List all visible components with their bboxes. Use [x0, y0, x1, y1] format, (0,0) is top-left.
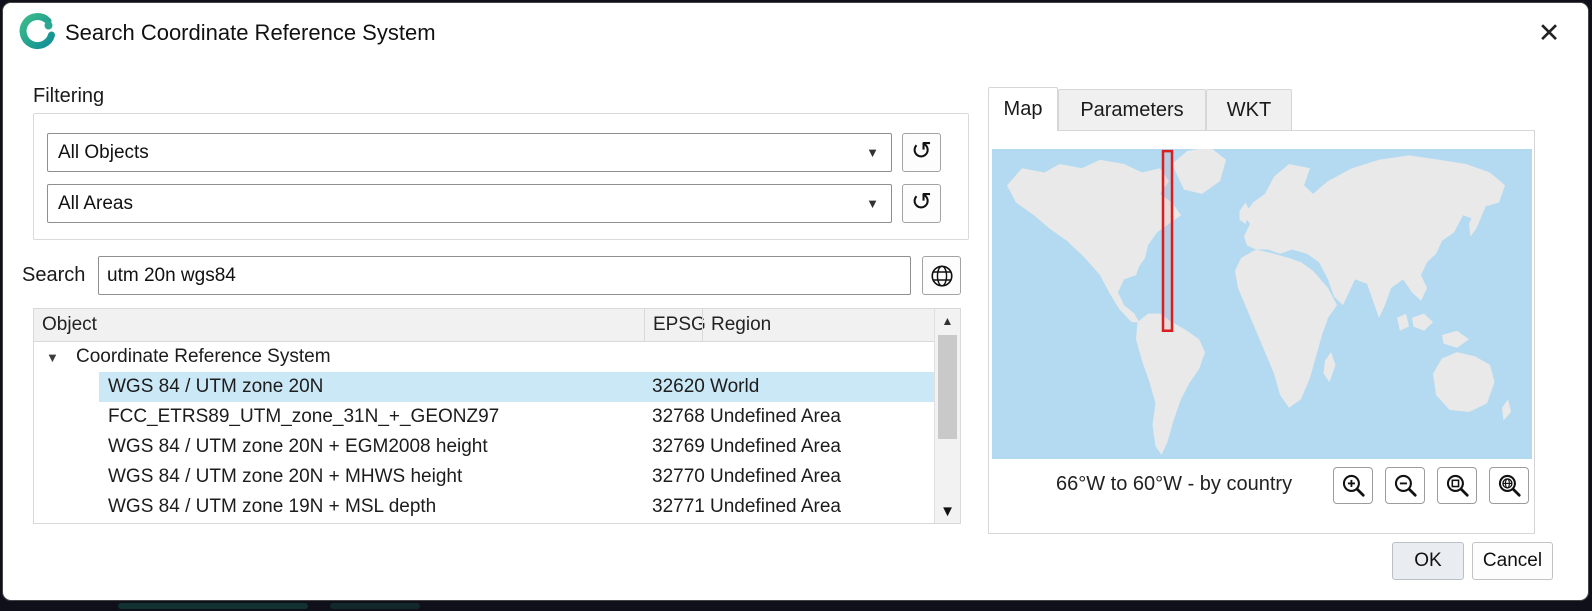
title-bar: Search Coordinate Reference System ✕	[3, 3, 1588, 63]
scrollbar-thumb[interactable]	[938, 335, 957, 439]
reset-icon: ↺	[911, 139, 932, 164]
tree-expander-icon[interactable]: ▼	[46, 350, 62, 365]
table-row[interactable]: FCC_ETRS89_UTM_zone_31N_+_GEONZ97 32768 …	[34, 402, 934, 432]
cell-region: Undefined Area	[702, 466, 934, 488]
zoom-to-extent-icon	[1444, 472, 1471, 499]
reset-object-filter-button[interactable]: ↺	[902, 133, 941, 172]
tab-parameters[interactable]: Parameters	[1058, 89, 1206, 131]
tree-group-label: Coordinate Reference System	[76, 346, 331, 368]
background-smudge	[330, 603, 420, 609]
column-header-epsg[interactable]: EPSG	[644, 309, 702, 341]
ok-button[interactable]: OK	[1392, 542, 1464, 580]
cell-epsg: 32771	[644, 496, 702, 518]
cell-epsg: 32769	[644, 436, 702, 458]
zoom-in-button[interactable]	[1333, 467, 1373, 504]
cell-region: World	[702, 376, 934, 398]
zoom-in-icon	[1340, 472, 1367, 499]
table-header: Object EPSG Region	[34, 309, 934, 342]
cell-epsg: 32768	[644, 406, 702, 428]
reset-icon: ↺	[911, 190, 932, 215]
search-input[interactable]	[98, 256, 911, 295]
table-row[interactable]: WGS 84 / UTM zone 20N 32620 World	[34, 372, 934, 402]
close-icon[interactable]: ✕	[1524, 9, 1574, 57]
object-filter-value: All Objects	[58, 142, 149, 164]
area-value: 66°W to 60°W - by country	[1056, 473, 1292, 496]
cell-object: WGS 84 / UTM zone 20N	[99, 376, 644, 398]
area-filter-value: All Areas	[58, 193, 133, 215]
table-row[interactable]: WGS 84 / UTM zone 20N + MHWS height 3277…	[34, 462, 934, 492]
cancel-button[interactable]: Cancel	[1472, 542, 1553, 580]
world-map[interactable]	[992, 149, 1532, 459]
table-body: ▼ Coordinate Reference System WGS 84 / U…	[34, 342, 934, 523]
zoom-to-extent-button[interactable]	[1437, 467, 1477, 504]
cell-object: WGS 84 / UTM zone 20N + EGM2008 height	[99, 436, 644, 458]
globe-filter-button[interactable]	[922, 256, 961, 295]
zoom-out-icon	[1392, 472, 1419, 499]
table-row[interactable]: WGS 84 / UTM zone 19N + MSL depth 32771 …	[34, 492, 934, 522]
table-row[interactable]: WGS 84 / UTM zone 20N + EGM2008 height 3…	[34, 432, 934, 462]
crs-search-icon	[17, 12, 59, 54]
map-extent-rect	[1163, 151, 1172, 331]
zoom-to-world-button[interactable]	[1489, 467, 1529, 504]
object-filter-dropdown[interactable]: All Objects ▼	[47, 133, 892, 172]
tab-wkt[interactable]: WKT	[1206, 89, 1292, 131]
filtering-section-label: Filtering	[33, 85, 104, 108]
tree-group-row[interactable]: ▼ Coordinate Reference System	[34, 342, 934, 372]
cell-region: Undefined Area	[702, 436, 934, 458]
cell-object: FCC_ETRS89_UTM_zone_31N_+_GEONZ97	[99, 406, 644, 428]
chevron-down-icon: ▼	[866, 145, 879, 160]
cell-object: WGS 84 / UTM zone 20N + MHWS height	[99, 466, 644, 488]
globe-icon	[929, 263, 955, 289]
results-table: Object EPSG Region ▼ Coordinate Referenc…	[33, 308, 961, 524]
search-label: Search	[22, 256, 85, 295]
search-crs-dialog: Search Coordinate Reference System ✕ Fil…	[2, 2, 1589, 601]
area-filter-dropdown[interactable]: All Areas ▼	[47, 184, 892, 223]
window-title: Search Coordinate Reference System	[65, 3, 436, 63]
chevron-down-icon: ▼	[866, 196, 879, 211]
background-smudge	[118, 603, 308, 609]
tab-map[interactable]: Map	[988, 87, 1058, 131]
zoom-out-button[interactable]	[1385, 467, 1425, 504]
column-header-region[interactable]: Region	[702, 309, 934, 341]
cell-object: WGS 84 / UTM zone 19N + MSL depth	[99, 496, 644, 518]
zoom-to-world-icon	[1496, 472, 1523, 499]
column-header-object[interactable]: Object	[34, 309, 644, 341]
cell-epsg: 32620	[644, 376, 702, 398]
scroll-down-icon[interactable]: ▼	[935, 499, 960, 523]
reset-area-filter-button[interactable]: ↺	[902, 184, 941, 223]
cell-region: Undefined Area	[702, 406, 934, 428]
scroll-up-icon[interactable]: ▲	[935, 309, 960, 333]
cell-epsg: 32770	[644, 466, 702, 488]
cell-region: Undefined Area	[702, 496, 934, 518]
table-scrollbar[interactable]: ▲ ▼	[934, 309, 960, 523]
